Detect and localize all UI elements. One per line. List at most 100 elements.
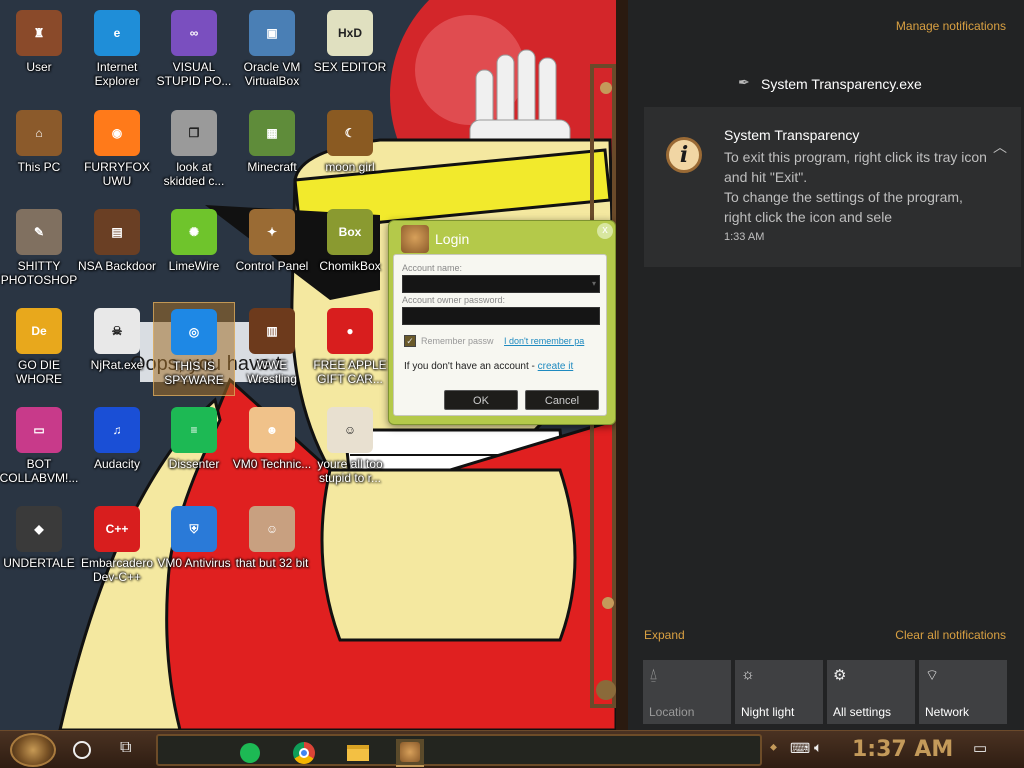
desktop-shortcut[interactable]: ♫ Audacity [76,401,158,495]
quick-action-label: All settings [833,705,892,719]
desktop-shortcut[interactable]: ⌂ This PC [0,104,80,198]
taskbar-dissenter-icon[interactable] [236,739,264,767]
portrait-icon: ☺ [327,407,373,453]
desktop-shortcut[interactable]: ⛨ VM0 Antivirus [153,500,235,594]
login-dialog: Login x Account name: ▾ Account owner pa… [388,220,616,425]
desktop-shortcut[interactable]: ✺ LimeWire [153,203,235,297]
limewire-icon: ✺ [171,209,217,255]
desktop-shortcut-label: moon girl [325,160,375,174]
login-form: Account name: ▾ Account owner password: … [393,254,607,416]
desktop-shortcut[interactable]: ◆ UNDERTALE [0,500,80,594]
this-pc-icon: ⌂ [16,110,62,156]
cortana-button[interactable] [73,741,91,759]
desktop-shortcut-label: SEX EDITOR [313,60,387,74]
desktop-shortcut[interactable]: ☺ that but 32 bit [231,500,313,594]
devcpp-icon: C++ [94,506,140,552]
desktop-shortcut[interactable]: ▭ BOT COLLABVM!... [0,401,80,495]
desktop-shortcut[interactable]: De GO DIE WHORE [0,302,80,396]
desktop-shortcut-label: WWE Wrestling [247,358,297,386]
desktop-shortcut-label: Internet Explorer [94,60,140,88]
desktop-shortcut-label: THIS IS SPYWARE [164,359,224,387]
info-icon: i [666,137,702,173]
quick-action-night-light[interactable]: ☼ Night light [735,660,823,724]
desktop-shortcut[interactable]: ▥ WWE Wrestling [231,302,313,396]
chomikbox-hamster-icon [401,225,429,253]
chevron-up-icon[interactable]: ︿ [993,137,1007,157]
taskbar-file-explorer-icon[interactable] [344,739,372,767]
show-hidden-icons-chevron-icon[interactable]: ⬥ [770,742,777,753]
desktop-shortcut-label: SHITTY PHOTOSHOP [0,259,78,287]
dropdown-arrow-icon[interactable]: ▾ [592,279,596,288]
manage-notifications-link[interactable]: Manage notifications [896,19,1006,33]
password-field[interactable] [402,307,600,325]
taskbar-apps [156,734,762,767]
quick-action-label: Network [925,705,970,719]
desktop-shortcut[interactable]: ☺ youre all too stupid to r... [309,401,391,495]
cancel-button[interactable]: Cancel [525,390,599,410]
desktop-shortcut-label: NSA Backdoor [77,259,157,273]
ok-button[interactable]: OK [444,390,518,410]
create-account-link[interactable]: create it [538,361,574,372]
desktop-shortcut[interactable]: ♜ User [0,4,80,98]
taskbar-chrome-icon[interactable] [290,739,318,767]
desktop-shortcut-label: FREE APPLE GIFT CAR... [313,358,387,386]
desktop-shortcut[interactable]: C++ Embarcadero Dev-C++ [76,500,158,594]
desktop-shortcut[interactable]: ● FREE APPLE GIFT CAR... [309,302,391,396]
login-title: Login [435,231,470,247]
desktop-shortcut-label: NjRat.exe [90,358,144,372]
desktop-shortcut-label: VM0 Technic... [232,457,312,471]
gear-icon: ⚙ [833,667,847,684]
dissenter-icon: ≡ [171,407,217,453]
clear-all-notifications-link[interactable]: Clear all notifications [895,628,1006,642]
desktop-shortcut-label: VM0 Antivirus [157,556,231,570]
desktop-shortcut-label: youre all too stupid to r... [317,457,383,485]
account-name-field[interactable]: ▾ [402,275,600,293]
desktop-shortcut[interactable]: ☾ moon girl [309,104,391,198]
desktop-shortcut-label: that but 32 bit [235,556,309,570]
desktop-shortcut[interactable]: ✎ SHITTY PHOTOSHOP [0,203,80,297]
expand-link[interactable]: Expand [644,628,685,642]
desktop-shortcut[interactable]: ❐ look at skidded c... [153,104,235,198]
hxd-icon: HxD [327,10,373,56]
desktop-shortcut[interactable]: ▣ Oracle VM VirtualBox [231,4,313,98]
desktop-shortcut[interactable]: ◉ FURRYFOX UWU [76,104,158,198]
desktop-shortcut[interactable]: ✦ Control Panel [231,203,313,297]
start-button[interactable] [10,733,56,767]
notification-card[interactable]: i System Transparency To exit this progr… [644,107,1021,267]
quick-action-location[interactable]: ⍙ Location [643,660,731,724]
desktop-shortcut-label: FURRYFOX UWU [84,160,150,188]
notification-app-name: System Transparency.exe [761,76,922,92]
gimp-icon: ✎ [16,209,62,255]
quick-action-network[interactable]: ⌔ Network [919,660,1007,724]
desktop-shortcut-label: Embarcadero Dev-C++ [80,556,154,584]
close-button[interactable]: x [597,223,613,239]
taskbar: ⧉ ⬥ ⌨ 🔈︎ ▭ 1:37 AM [0,730,1024,768]
quick-action-all-settings[interactable]: ⚙ All settings [827,660,915,724]
volume-icon[interactable]: 🔈︎ [814,739,822,756]
night-light-icon: ☼ [741,666,755,683]
desktop-shortcut[interactable]: ▤ NSA Backdoor [76,203,158,297]
desktop-shortcut-label: LimeWire [168,259,220,273]
action-center: Manage notifications ✒ System Transparen… [616,0,1024,730]
notifications-icon[interactable]: ▭ [973,739,987,757]
desktop-shortcut[interactable]: ▦ Minecraft [231,104,313,198]
visual-studio-icon: ∞ [171,10,217,56]
desktop-shortcut[interactable]: Box ChomikBox [309,203,391,297]
desktop-shortcut[interactable]: HxD SEX EDITOR [309,4,391,98]
desktop-shortcut[interactable]: ≡ Dissenter [153,401,235,495]
taskbar-clock[interactable]: 1:37 AM [852,737,953,762]
forgot-password-link[interactable]: I don't remember pa [504,336,601,346]
desktop-shortcut-label: UNDERTALE [3,556,75,570]
desktop-shortcut[interactable]: ∞ VISUAL STUPID PO... [153,4,235,98]
taskbar-chomikbox-icon[interactable] [396,739,424,767]
desktop-shortcut[interactable]: ☠ NjRat.exe [76,302,158,396]
desktop-shortcut[interactable]: ◎ THIS IS SPYWARE [153,302,235,396]
no-account-label: If you don't have an account - [404,361,535,372]
remember-checkbox[interactable]: ✓ [404,335,416,347]
desktop-shortcut[interactable]: e Internet Explorer [76,4,158,98]
task-view-icon[interactable]: ⧉ [120,739,131,757]
desktop-shortcut[interactable]: ☻ VM0 Technic... [231,401,313,495]
network-tray-icon[interactable]: ⌨ [790,740,810,757]
desktop-shortcut-label: ChomikBox [319,259,381,273]
apple-icon: ● [327,308,373,354]
